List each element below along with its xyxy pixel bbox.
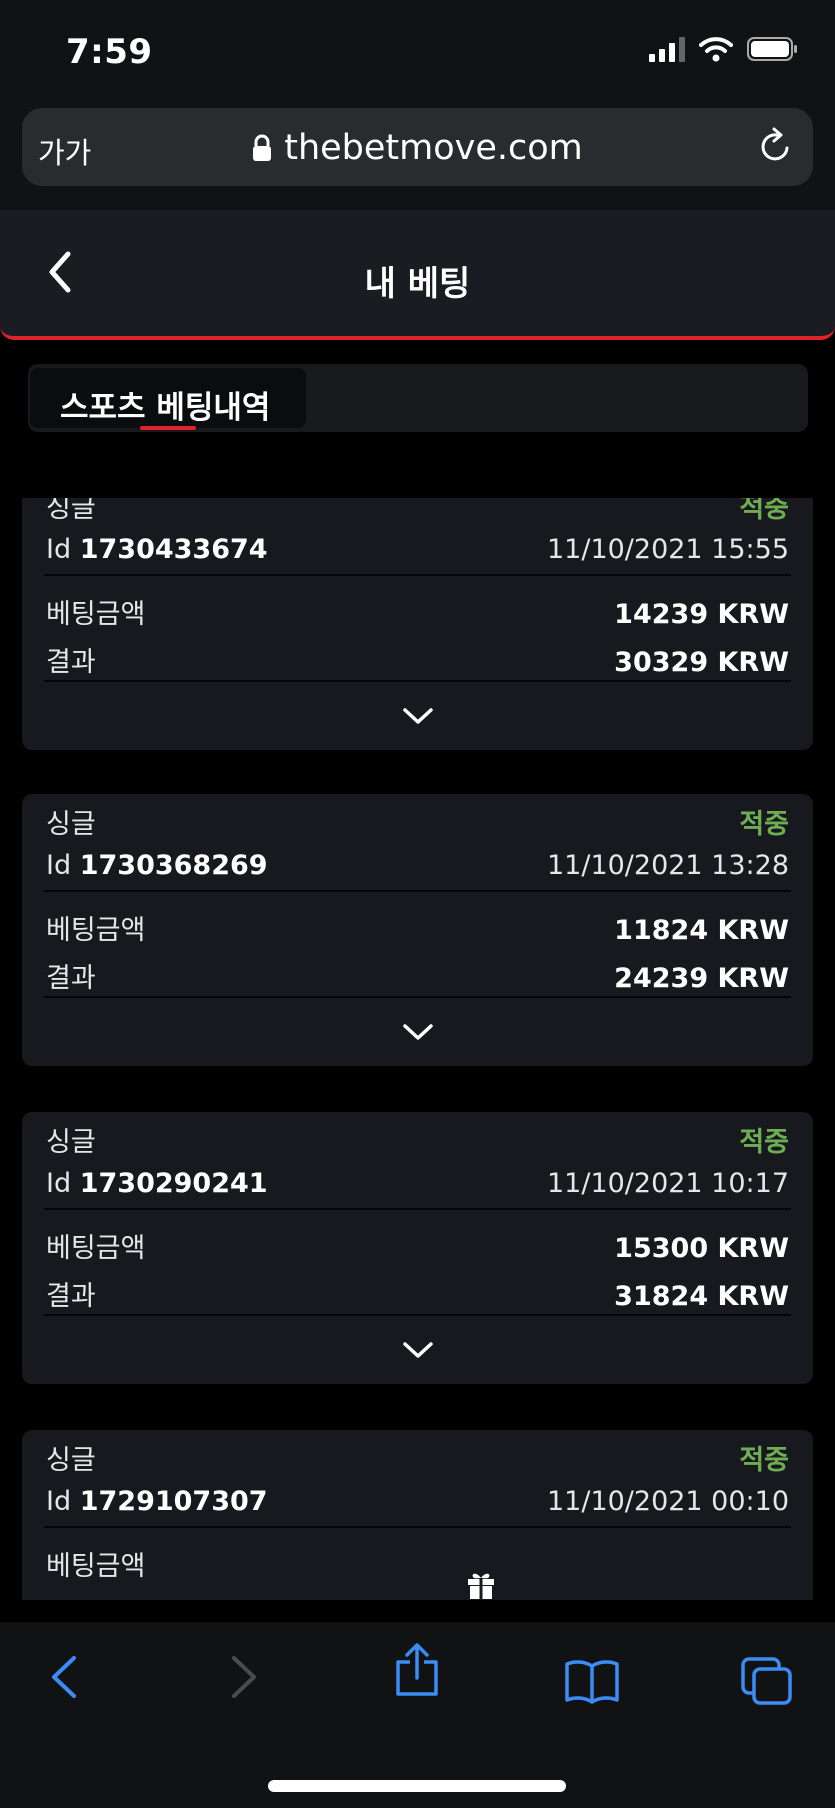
bet-result: 30329 KRW [614,647,789,678]
bet-datetime: 11/10/2021 10:17 [546,1168,789,1199]
bookmarks-icon[interactable] [564,1658,620,1704]
bet-id-row: Id 1729107307 11/10/2021 00:10 [46,1486,789,1517]
bet-card: 싱글 적중 Id 1730433674 11/10/2021 15:55 베팅금… [22,498,813,750]
browser-forward-icon[interactable] [228,1654,260,1700]
bet-result-row: 결과 31824 KRW [46,1274,789,1313]
status-time: 7:59 [66,32,153,72]
bet-stake-label: 베팅금액 [46,599,146,630]
divider [44,996,791,998]
share-icon[interactable] [394,1642,440,1698]
bet-id-label: Id [46,850,72,881]
divider [44,680,791,682]
tabs-icon[interactable] [740,1656,794,1706]
bet-status: 적중 [739,1445,789,1476]
page-title: 내 베팅 [364,264,471,304]
address-bar[interactable]: 가가 thebetmove.com [22,108,813,186]
browser-back-icon[interactable] [48,1654,80,1700]
bet-stake-row: 베팅금액 14239 KRW [46,592,789,631]
status-bar: 7:59 [0,0,835,100]
bet-card: 싱글 적중 Id 1730368269 11/10/2021 13:28 베팅금… [22,794,813,1066]
wifi-icon [699,37,733,62]
bet-result: 24239 KRW [614,963,789,994]
bet-id: 1730433674 [79,534,268,565]
bet-type: 싱글 [46,498,96,524]
bet-id-label: Id [46,1486,72,1517]
bet-type-row: 싱글 적중 [46,1120,789,1159]
url-text: thebetmove.com [284,128,583,168]
divider [44,1314,791,1316]
bet-id: 1729107307 [79,1486,268,1517]
bet-list[interactable]: 싱글 적중 Id 1730433674 11/10/2021 15:55 베팅금… [0,498,835,1600]
bet-status: 적중 [739,1127,789,1158]
tab-sports-bet-history[interactable]: 스포츠 베팅내역 [30,368,306,430]
bet-card: 싱글 적중 Id 1729107307 11/10/2021 00:10 베팅금… [22,1430,813,1600]
bet-id: 1730290241 [79,1168,268,1199]
bet-card: 싱글 적중 Id 1730290241 11/10/2021 10:17 베팅금… [22,1112,813,1384]
browser-toolbar [0,1622,835,1808]
bet-type: 싱글 [46,1445,96,1476]
bet-result-row: 결과 24239 KRW [46,956,789,995]
bet-result-label: 결과 [46,963,96,994]
tab-bar: 스포츠 베팅내역 [28,364,808,432]
bet-stake: 14239 KRW [614,599,789,630]
bet-stake: 11824 KRW [614,915,789,946]
bet-id-row: Id 1730290241 11/10/2021 10:17 [46,1168,789,1199]
bet-id-label: Id [46,534,72,565]
bet-datetime: 11/10/2021 13:28 [546,850,789,881]
bet-type-row: 싱글 적중 [46,1438,789,1477]
bet-id: 1730368269 [79,850,268,881]
bet-stake-row: 베팅금액 11824 KRW [46,908,789,947]
bet-status: 적중 [739,809,789,840]
bet-datetime: 11/10/2021 00:10 [546,1486,789,1517]
tab-active-indicator [140,426,196,430]
home-indicator [268,1780,566,1792]
bet-type-row: 싱글 적중 [46,802,789,841]
lock-icon [253,134,272,161]
tab-label: 스포츠 베팅내역 [60,390,271,426]
divider [44,890,791,892]
bet-stake-label: 베팅금액 [46,1233,146,1264]
battery-icon [747,37,797,61]
bet-type: 싱글 [46,1127,96,1158]
bet-result: 31824 KRW [614,1281,789,1312]
bet-type-row: 싱글 적중 [46,498,789,525]
page-header: 내 베팅 [0,210,835,340]
bet-id-label: Id [46,1168,72,1199]
bet-type: 싱글 [46,809,96,840]
url-display[interactable]: thebetmove.com [22,128,813,168]
divider [44,1526,791,1528]
status-icons [649,36,799,62]
bet-stake-label: 베팅금액 [46,1551,146,1582]
bet-status: 적중 [739,498,789,524]
bet-stake: 15300 KRW [614,1233,789,1264]
divider [44,574,791,576]
bet-stake-row: 베팅금액 15300 KRW [46,1226,789,1265]
browser-address-area: 가가 thebetmove.com [0,100,835,210]
divider [44,1208,791,1210]
bet-stake-label: 베팅금액 [46,915,146,946]
bet-datetime: 11/10/2021 15:55 [546,534,789,565]
chevron-down-icon[interactable] [402,706,434,726]
gift-icon[interactable] [467,1570,495,1600]
cellular-signal-icon [649,36,685,62]
bet-result-row: 결과 30329 KRW [46,640,789,679]
bet-result-label: 결과 [46,647,96,678]
reload-icon[interactable] [755,126,795,166]
bet-result-label: 결과 [46,1281,96,1312]
bet-id-row: Id 1730368269 11/10/2021 13:28 [46,850,789,881]
bet-id-row: Id 1730433674 11/10/2021 15:55 [46,534,789,565]
chevron-down-icon[interactable] [402,1340,434,1360]
chevron-down-icon[interactable] [402,1022,434,1042]
bet-stake-row: 베팅금액 [46,1544,789,1583]
